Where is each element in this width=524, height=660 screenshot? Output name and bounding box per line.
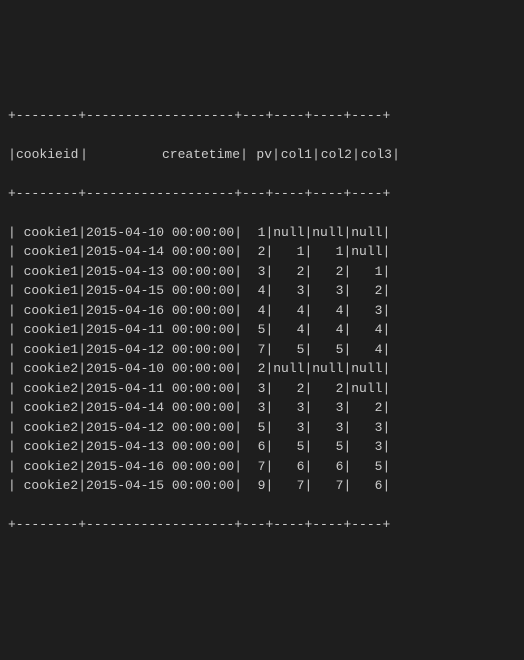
pipe-sep: | [392, 145, 400, 165]
header-col1: col1 [280, 145, 312, 165]
table-row: | cookie1|2015-04-11 00:00:00| 5| 4| 4| … [8, 320, 516, 340]
header-col3: col3 [360, 145, 392, 165]
header-pv: pv [248, 145, 272, 165]
pipe-sep: | [80, 145, 88, 165]
table-row: | cookie1|2015-04-12 00:00:00| 7| 5| 5| … [8, 340, 516, 360]
pipe-sep: | [240, 145, 248, 165]
table-row: | cookie1|2015-04-14 00:00:00| 2| 1| 1|n… [8, 242, 516, 262]
table-row: | cookie2|2015-04-13 00:00:00| 6| 5| 5| … [8, 437, 516, 457]
table-row: | cookie2|2015-04-16 00:00:00| 7| 6| 6| … [8, 457, 516, 477]
pipe-sep: | [272, 145, 280, 165]
table-border-mid: +--------+-------------------+---+----+-… [8, 184, 516, 204]
pipe-sep: | [312, 145, 320, 165]
table-row: | cookie1|2015-04-13 00:00:00| 3| 2| 2| … [8, 262, 516, 282]
table-row: | cookie2|2015-04-12 00:00:00| 5| 3| 3| … [8, 418, 516, 438]
pipe-sep: | [8, 145, 16, 165]
table-row: | cookie2|2015-04-14 00:00:00| 3| 3| 3| … [8, 398, 516, 418]
terminal-output: +--------+-------------------+---+----+-… [8, 86, 516, 554]
table-row: | cookie2|2015-04-15 00:00:00| 9| 7| 7| … [8, 476, 516, 496]
table-header-row: |cookieid|createtime|pv|col1|col2|col3| [8, 145, 516, 165]
table-row: | cookie1|2015-04-15 00:00:00| 4| 3| 3| … [8, 281, 516, 301]
pipe-sep: | [352, 145, 360, 165]
table-row: | cookie2|2015-04-10 00:00:00| 2|null|nu… [8, 359, 516, 379]
header-cookieid: cookieid [16, 145, 80, 165]
table-border-bottom: +--------+-------------------+---+----+-… [8, 515, 516, 535]
table-row: | cookie1|2015-04-10 00:00:00| 1|null|nu… [8, 223, 516, 243]
header-col2: col2 [320, 145, 352, 165]
table-row: | cookie2|2015-04-11 00:00:00| 3| 2| 2|n… [8, 379, 516, 399]
header-createtime: createtime [88, 145, 240, 165]
table-row: | cookie1|2015-04-16 00:00:00| 4| 4| 4| … [8, 301, 516, 321]
table-border-top: +--------+-------------------+---+----+-… [8, 106, 516, 126]
